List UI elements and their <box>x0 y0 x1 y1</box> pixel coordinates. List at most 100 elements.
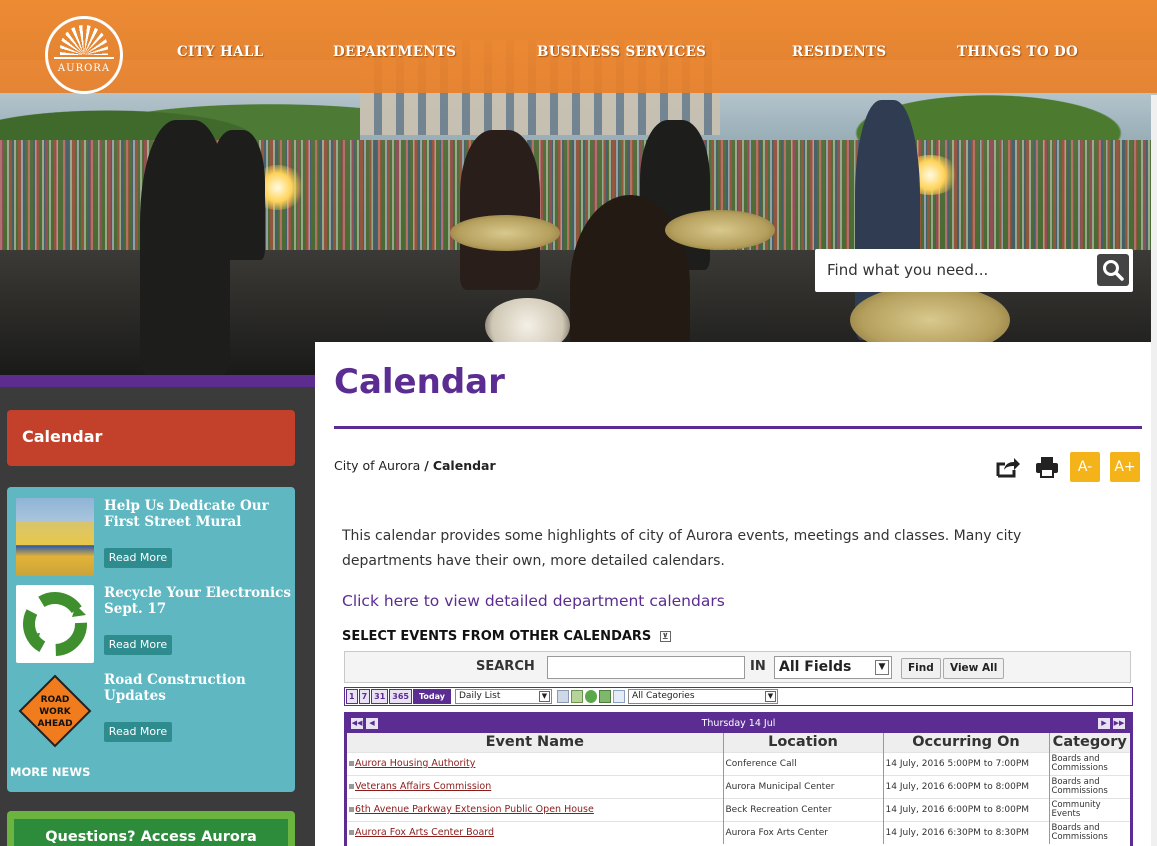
read-more-button[interactable]: Read More <box>104 548 172 568</box>
list-select-value: Daily List <box>459 691 501 701</box>
font-smaller-button[interactable]: A- <box>1070 452 1100 482</box>
view-switcher: 1 7 31 365 Today <box>346 689 452 704</box>
event-time: 14 July, 2016 6:30PM to 8:30PM <box>883 820 1050 844</box>
list-select[interactable]: Daily List ▼ <box>455 689 552 704</box>
nav-things-to-do[interactable]: THINGS TO DO <box>957 44 1078 60</box>
select-events-label: SELECT EVENTS FROM OTHER CALENDARS <box>342 629 652 644</box>
event-name-cell: Aurora Fox Arts Center Board <box>347 820 724 844</box>
field-select[interactable]: All Fields ▼ <box>774 656 892 679</box>
event-location: Conference Call <box>723 751 884 775</box>
event-category: Boards and Commissions <box>1049 820 1130 844</box>
event-link[interactable]: Aurora Housing Authority <box>355 758 475 769</box>
title-divider <box>334 426 1142 429</box>
field-select-value: All Fields <box>779 659 852 675</box>
event-time: 14 July, 2016 6:00PM to 8:00PM <box>883 774 1050 798</box>
event-category: Boards and Commissions <box>1049 751 1130 775</box>
subscribe-icon[interactable] <box>585 690 597 703</box>
breadcrumb-root[interactable]: City of Aurora <box>334 458 420 473</box>
view-31-day[interactable]: 31 <box>371 689 389 704</box>
nav-business-services[interactable]: BUSINESS SERVICES <box>537 44 706 60</box>
more-news-link[interactable]: MORE NEWS <box>10 765 90 779</box>
news-panel: Help Us Dedicate Our First Street Mural … <box>7 487 295 792</box>
questions-panel: Questions? Access Aurora <box>7 811 295 846</box>
svg-text:ROAD: ROAD <box>41 695 70 705</box>
table-row: Aurora Fox Arts Center Board Aurora Fox … <box>347 820 1130 844</box>
prev-page-icon[interactable]: ◀ <box>366 718 378 729</box>
print-icon <box>1036 457 1058 478</box>
svg-text:WORK: WORK <box>39 707 72 717</box>
font-larger-label: A+ <box>1110 452 1140 482</box>
news-title[interactable]: Road Construction Updates <box>104 672 294 704</box>
rss-icon[interactable] <box>599 690 611 703</box>
calendar-add-icon[interactable] <box>571 690 583 703</box>
calendar-toolbar: 1 7 31 365 Today Daily List ▼ All Catego… <box>344 687 1133 706</box>
column-header[interactable]: Occurring On <box>883 733 1050 752</box>
nav-departments[interactable]: DEPARTMENTS <box>333 44 456 60</box>
find-button[interactable]: Find <box>901 658 941 679</box>
event-location: Aurora Fox Arts Center <box>723 820 884 844</box>
category-select[interactable]: All Categories ▼ <box>628 689 778 704</box>
first-page-icon[interactable]: ◀◀ <box>351 718 363 729</box>
top-navigation: AURORA CITY HALL DEPARTMENTS BUSINESS SE… <box>0 0 1157 94</box>
document-icon[interactable] <box>613 690 625 703</box>
recycle-thumbnail[interactable] <box>16 585 94 663</box>
event-list: ◀◀ ◀ Thursday 14 Jul ▶ ▶▶ Event Name Loc… <box>344 712 1133 846</box>
share-icon <box>996 458 1020 478</box>
aurora-logo[interactable]: AURORA <box>45 16 123 94</box>
chevron-down-icon: ▼ <box>875 660 889 675</box>
mural-thumbnail[interactable] <box>16 498 94 576</box>
export-icon[interactable] <box>557 690 569 703</box>
event-category: Boards and Commissions <box>1049 774 1130 798</box>
column-header[interactable]: Event Name <box>347 733 724 752</box>
chevron-down-icon: ▼ <box>765 691 776 702</box>
font-larger-button[interactable]: A+ <box>1110 452 1140 482</box>
today-button[interactable]: Today <box>413 689 451 704</box>
event-name-cell: Aurora Housing Authority <box>347 751 724 775</box>
event-link[interactable]: 6th Avenue Parkway Extension Public Open… <box>355 804 594 815</box>
svg-text:AHEAD: AHEAD <box>37 719 72 729</box>
view-all-button[interactable]: View All <box>943 658 1005 679</box>
select-events-heading: SELECT EVENTS FROM OTHER CALENDARS ⊻ <box>342 629 671 644</box>
event-name-cell: 6th Avenue Parkway Extension Public Open… <box>347 797 724 821</box>
search-input[interactable] <box>827 255 1087 285</box>
news-title[interactable]: Help Us Dedicate Our First Street Mural <box>104 498 294 530</box>
last-page-icon[interactable]: ▶▶ <box>1113 718 1125 729</box>
date-header: Thursday 14 Jul <box>701 718 776 729</box>
nav-residents[interactable]: RESIDENTS <box>792 44 886 60</box>
breadcrumb-current: Calendar <box>432 458 496 473</box>
event-link[interactable]: Aurora Fox Arts Center Board <box>355 827 494 838</box>
calendar-search-input[interactable] <box>547 656 745 679</box>
view-1-day[interactable]: 1 <box>346 689 358 704</box>
chevron-down-icon: ▼ <box>539 691 550 702</box>
read-more-button[interactable]: Read More <box>104 635 172 655</box>
table-row: 6th Avenue Parkway Extension Public Open… <box>347 797 1130 821</box>
nav-city-hall[interactable]: CITY HALL <box>177 44 263 60</box>
event-location: Aurora Municipal Center <box>723 774 884 798</box>
share-button[interactable] <box>993 452 1023 482</box>
column-header[interactable]: Location <box>723 733 884 752</box>
breadcrumb-separator: / <box>424 458 429 473</box>
view-365-day[interactable]: 365 <box>389 689 412 704</box>
news-title[interactable]: Recycle Your Electronics Sept. 17 <box>104 585 294 617</box>
department-calendars-link[interactable]: Click here to view detailed department c… <box>342 592 725 610</box>
search-icon <box>1103 260 1124 281</box>
access-aurora-button[interactable]: Questions? Access Aurora <box>14 819 288 846</box>
news-item: Recycle Your Electronics Sept. 17 Read M… <box>16 585 291 665</box>
search-button[interactable] <box>1097 254 1129 286</box>
news-item: Help Us Dedicate Our First Street Mural … <box>16 498 291 578</box>
event-category: Community Events <box>1049 797 1130 821</box>
event-time: 14 July, 2016 5:00PM to 7:00PM <box>883 751 1050 775</box>
site-search <box>815 249 1133 292</box>
expand-toggle-icon[interactable]: ⊻ <box>659 631 671 642</box>
road-work-thumbnail[interactable]: ROAD WORK AHEAD <box>16 672 94 750</box>
view-7-day[interactable]: 7 <box>358 689 371 704</box>
recycle-icon <box>23 592 87 656</box>
read-more-button[interactable]: Read More <box>104 722 172 742</box>
print-button[interactable] <box>1032 452 1062 482</box>
page-scrollbar[interactable] <box>1151 95 1157 846</box>
next-page-icon[interactable]: ▶ <box>1098 718 1110 729</box>
event-location: Beck Recreation Center <box>723 797 884 821</box>
table-row: Veterans Affairs Commission Aurora Munic… <box>347 774 1130 798</box>
column-header[interactable]: Category <box>1049 733 1130 752</box>
event-link[interactable]: Veterans Affairs Commission <box>355 781 491 792</box>
